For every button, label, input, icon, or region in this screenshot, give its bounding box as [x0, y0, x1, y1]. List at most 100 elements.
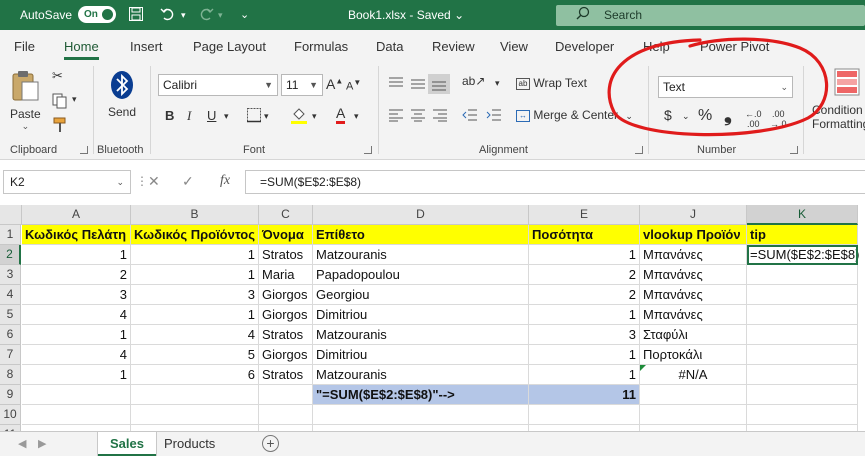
cell-a5[interactable]: 4 [22, 305, 131, 325]
paste-button[interactable]: Paste ⌄ [10, 70, 41, 132]
customize-toolbar-icon[interactable]: ⌄ [240, 8, 249, 21]
column-header-j[interactable]: J [640, 205, 747, 225]
column-header-e[interactable]: E [529, 205, 640, 225]
cell-j7[interactable]: Πορτοκάλι [640, 345, 747, 365]
decrease-indent-icon[interactable] [462, 108, 478, 125]
percent-style-icon[interactable]: % [698, 107, 712, 125]
cell-b10[interactable] [131, 405, 259, 425]
cell-b8[interactable]: 6 [131, 365, 259, 385]
cell-e9[interactable]: 11 [529, 385, 640, 405]
increase-indent-icon[interactable] [486, 108, 502, 125]
cell-b3[interactable]: 1 [131, 265, 259, 285]
formula-input[interactable]: =SUM($E$2:$E$8) [245, 170, 865, 194]
number-launcher-icon[interactable] [790, 146, 798, 154]
header-cell-a[interactable]: Κωδικός Πελάτη [22, 225, 131, 245]
cell-d3[interactable]: Papadopoulou [313, 265, 529, 285]
accounting-dropdown-icon[interactable]: ⌄ [682, 111, 690, 122]
cell-k4[interactable] [747, 285, 858, 305]
header-cell-e[interactable]: Ποσότητα [529, 225, 640, 245]
column-header-d[interactable]: D [313, 205, 529, 225]
cell-k3[interactable] [747, 265, 858, 285]
cell-j8[interactable]: #N/A [640, 365, 747, 385]
cut-icon[interactable]: ✂ [52, 68, 63, 84]
underline-button[interactable]: U [207, 108, 216, 123]
cell-b2[interactable]: 1 [131, 245, 259, 265]
decrease-decimal-icon[interactable]: .00 →.0 [770, 109, 787, 129]
cell-k7[interactable] [747, 345, 858, 365]
scroll-right-icon[interactable]: ▶ [38, 437, 46, 450]
cell-j4[interactable]: Μπανάνες [640, 285, 747, 305]
cell-j9[interactable] [640, 385, 747, 405]
cell-j10[interactable] [640, 405, 747, 425]
cancel-icon[interactable]: ✕ [148, 173, 160, 190]
tab-power-pivot[interactable]: Power Pivot [700, 39, 769, 54]
cell-e3[interactable]: 2 [529, 265, 640, 285]
cell-c5[interactable]: Giorgos [259, 305, 313, 325]
cell-d8[interactable]: Matzouranis [313, 365, 529, 385]
send-button[interactable]: Send [108, 70, 136, 119]
cell-a7[interactable]: 4 [22, 345, 131, 365]
tab-page-layout[interactable]: Page Layout [193, 39, 266, 54]
cell-j6[interactable]: Σταφύλι [640, 325, 747, 345]
cell-k10[interactable] [747, 405, 858, 425]
save-icon[interactable] [128, 6, 144, 25]
column-header-k[interactable]: K [747, 205, 858, 225]
cell-c6[interactable]: Stratos [259, 325, 313, 345]
cell-j5[interactable]: Μπανάνες [640, 305, 747, 325]
cell-c3[interactable]: Maria [259, 265, 313, 285]
italic-button[interactable]: I [187, 108, 191, 124]
wrap-text-button[interactable]: ab Wrap Text [516, 76, 587, 90]
row-header-9[interactable]: 9 [0, 385, 21, 405]
cell-e8[interactable]: 1 [529, 365, 640, 385]
scroll-left-icon[interactable]: ◀ [18, 437, 26, 450]
redo-icon[interactable] [198, 6, 214, 25]
borders-dropdown-icon[interactable]: ▾ [264, 111, 269, 122]
cell-a10[interactable] [22, 405, 131, 425]
cell-a6[interactable]: 1 [22, 325, 131, 345]
column-header-b[interactable]: B [131, 205, 259, 225]
cell-d6[interactable]: Matzouranis [313, 325, 529, 345]
search-box[interactable]: Search [556, 5, 865, 26]
cell-a2[interactable]: 1 [22, 245, 131, 265]
header-cell-k[interactable]: tip [747, 225, 858, 245]
cell-a9[interactable] [22, 385, 131, 405]
cell-e10[interactable] [529, 405, 640, 425]
borders-icon[interactable] [246, 107, 262, 126]
cell-b5[interactable]: 1 [131, 305, 259, 325]
decrease-font-icon[interactable]: A▼ [346, 78, 361, 93]
cell-k2[interactable]: =SUM($E$2:$E$8) [747, 245, 859, 265]
undo-dropdown-icon[interactable]: ▾ [181, 10, 186, 21]
row-header-2[interactable]: 2 [0, 245, 21, 265]
font-color-icon[interactable]: A [336, 106, 346, 124]
clipboard-launcher-icon[interactable] [80, 146, 88, 154]
fill-color-icon[interactable] [290, 106, 308, 127]
row-header-10[interactable]: 10 [0, 405, 21, 425]
cell-j3[interactable]: Μπανάνες [640, 265, 747, 285]
tab-file[interactable]: File [14, 39, 35, 54]
more-options-icon[interactable]: ⋮ [136, 174, 148, 188]
tab-developer[interactable]: Developer [555, 39, 614, 54]
header-cell-d[interactable]: Επίθετο [313, 225, 529, 245]
undo-icon[interactable] [160, 6, 176, 25]
align-top-icon[interactable] [388, 76, 404, 93]
tab-data[interactable]: Data [376, 39, 403, 54]
align-right-icon[interactable] [432, 108, 448, 125]
tab-insert[interactable]: Insert [130, 39, 163, 54]
cell-e7[interactable]: 1 [529, 345, 640, 365]
cell-a4[interactable]: 3 [22, 285, 131, 305]
alignment-launcher-icon[interactable] [635, 146, 643, 154]
tab-formulas[interactable]: Formulas [294, 39, 348, 54]
cell-a3[interactable]: 2 [22, 265, 131, 285]
align-middle-icon[interactable] [410, 76, 426, 93]
sheet-tab-sales[interactable]: Sales [98, 432, 156, 456]
font-name-combo[interactable]: Calibri ▼ [158, 74, 278, 96]
add-sheet-icon[interactable]: + [262, 435, 279, 452]
row-header-4[interactable]: 4 [0, 285, 21, 305]
cell-k6[interactable] [747, 325, 858, 345]
tab-view[interactable]: View [500, 39, 528, 54]
cell-b4[interactable]: 3 [131, 285, 259, 305]
row-header-3[interactable]: 3 [0, 265, 21, 285]
font-launcher-icon[interactable] [364, 146, 372, 154]
cell-j2[interactable]: Μπανάνες [640, 245, 747, 265]
copy-dropdown-icon[interactable]: ▾ [72, 94, 77, 105]
